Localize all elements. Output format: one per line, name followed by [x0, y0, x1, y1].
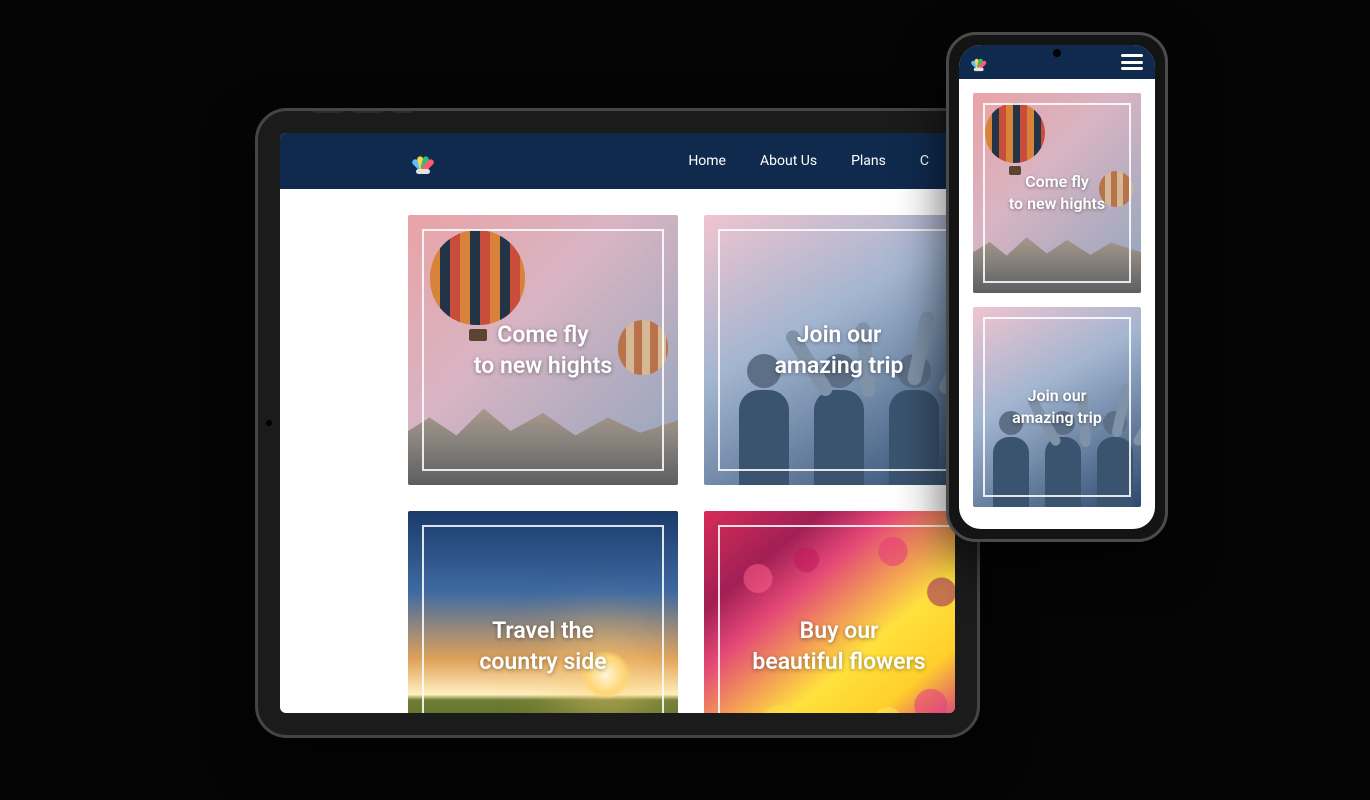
card-buy-flowers[interactable]: Buy our beautiful flowers — [704, 511, 955, 713]
nav-link-about[interactable]: About Us — [760, 153, 817, 169]
phone-camera — [1053, 49, 1061, 57]
nav-link-contact[interactable]: C — [920, 153, 929, 169]
card-title-line: Come fly — [474, 319, 612, 350]
tablet-hw-button — [353, 108, 383, 113]
site-header: Home About Us Plans C — [280, 133, 955, 189]
card-title-line: Join our — [1012, 385, 1102, 407]
card-come-fly[interactable]: Come fly to new hights — [973, 93, 1141, 293]
card-title-line: country side — [479, 646, 606, 677]
tablet-screen: Home About Us Plans C Come fly to new hi… — [280, 133, 955, 713]
phone-device-frame: Come fly to new hights Join our amazing … — [946, 32, 1168, 542]
cards-grid: Come fly to new hights Join our amazing … — [280, 189, 955, 713]
tablet-hw-button — [313, 108, 343, 113]
main-nav: Home About Us Plans C — [688, 153, 929, 169]
brand-logo-icon[interactable] — [971, 53, 986, 71]
hamburger-menu-icon[interactable] — [1121, 54, 1143, 70]
tablet-hw-button — [255, 266, 258, 306]
card-title-line: amazing trip — [775, 350, 904, 381]
nav-link-home[interactable]: Home — [688, 153, 726, 169]
card-title-line: Join our — [775, 319, 904, 350]
card-join-trip[interactable]: Join our amazing trip — [704, 215, 955, 485]
card-travel-country[interactable]: Travel the country side — [408, 511, 678, 713]
card-come-fly[interactable]: Come fly to new hights — [408, 215, 678, 485]
mobile-cards-list: Come fly to new hights Join our amazing … — [959, 79, 1155, 507]
phone-screen: Come fly to new hights Join our amazing … — [959, 45, 1155, 529]
tablet-camera — [266, 420, 272, 426]
card-title-line: to new hights — [474, 350, 612, 381]
card-title-line: beautiful flowers — [752, 646, 925, 677]
tablet-device-frame: Home About Us Plans C Come fly to new hi… — [255, 108, 980, 738]
tablet-hw-button — [393, 108, 413, 113]
card-title-line: Buy our — [752, 615, 925, 646]
card-title-line: Travel the — [479, 615, 606, 646]
card-title-line: amazing trip — [1012, 407, 1102, 429]
nav-link-plans[interactable]: Plans — [851, 153, 886, 169]
card-title-line: Come fly — [1009, 171, 1105, 193]
brand-logo-icon[interactable] — [412, 148, 434, 174]
mobile-site-header — [959, 45, 1155, 79]
card-title-line: to new hights — [1009, 193, 1105, 215]
card-join-trip[interactable]: Join our amazing trip — [973, 307, 1141, 507]
